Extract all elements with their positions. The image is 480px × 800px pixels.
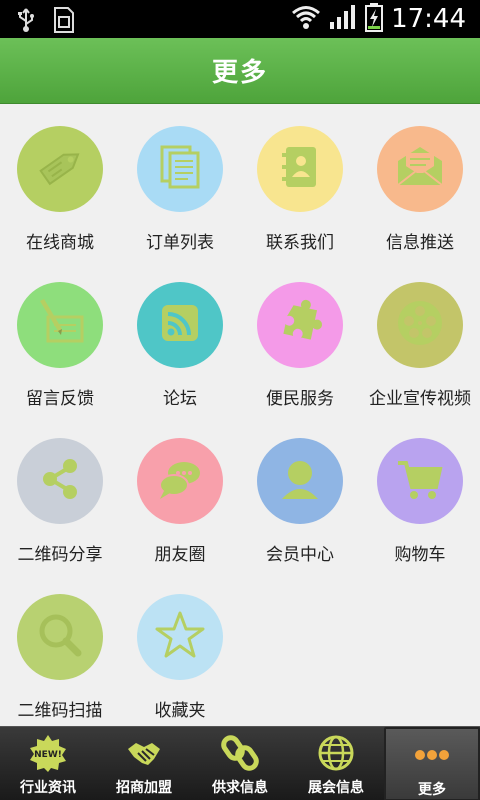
- page-title: 更多: [211, 58, 268, 88]
- grid-item-push-info[interactable]: 信息推送: [360, 104, 480, 260]
- chat-bubbles-icon: [150, 449, 210, 513]
- grid-item-forum[interactable]: 论坛: [120, 260, 240, 416]
- grid-icon-circle: [17, 438, 103, 524]
- grid-icon-circle: [137, 282, 223, 368]
- nav-label: 招商加盟: [116, 780, 172, 796]
- chain-link-icon: [220, 733, 260, 773]
- grid-item-member-center[interactable]: 会员中心: [240, 416, 360, 572]
- new-badge-icon: NEW!: [28, 733, 68, 773]
- puzzle-icon: [270, 293, 330, 357]
- grid-item-label: 留言反馈: [26, 389, 94, 409]
- svg-text:NEW!: NEW!: [34, 750, 62, 760]
- grid-icon-circle: [377, 438, 463, 524]
- grid-item-label: 二维码分享: [17, 545, 103, 565]
- grid-item-moments[interactable]: 朋友圈: [120, 416, 240, 572]
- battery-charging-icon: [365, 2, 384, 36]
- grid-item-promo-video[interactable]: 企业宣传视频: [360, 260, 480, 416]
- grid-item-feedback[interactable]: 留言反馈: [0, 260, 120, 416]
- grid-item-shopping-cart[interactable]: 购物车: [360, 416, 480, 572]
- feature-grid: 在线商城 订单列表 联系我们 信息推送 留言反馈 论坛 便民服务 企业宣传视频 …: [0, 104, 480, 726]
- magnifier-icon: [30, 605, 90, 669]
- handshake-icon: [124, 733, 164, 773]
- grid-item-label: 二维码扫描: [17, 701, 103, 721]
- grid-icon-circle: [257, 438, 343, 524]
- app-header: 更多: [0, 38, 480, 104]
- nav-item-more[interactable]: 更多: [384, 727, 480, 800]
- grid-item-online-mall[interactable]: 在线商城: [0, 104, 120, 260]
- nav-item-industry-news[interactable]: NEW! 行业资讯: [0, 727, 96, 800]
- price-tag-icon: [30, 137, 90, 201]
- grid-item-label: 在线商城: [26, 233, 94, 253]
- pen-paper-icon: [30, 293, 90, 357]
- grid-item-order-list[interactable]: 订单列表: [120, 104, 240, 260]
- grid-icon-circle: [137, 126, 223, 212]
- signal-icon: [329, 4, 357, 34]
- nav-item-franchise[interactable]: 招商加盟: [96, 727, 192, 800]
- sim-card-icon: [52, 6, 76, 38]
- grid-icon-circle: [17, 282, 103, 368]
- grid-item-qr-share[interactable]: 二维码分享: [0, 416, 120, 572]
- address-book-icon: [270, 137, 330, 201]
- rss-icon: [150, 293, 210, 357]
- grid-item-label: 会员中心: [266, 545, 334, 565]
- nav-label: 行业资讯: [20, 780, 76, 796]
- nav-item-supply-demand[interactable]: 供求信息: [192, 727, 288, 800]
- user-icon: [270, 449, 330, 513]
- film-reel-icon: [390, 293, 450, 357]
- grid-icon-circle: [377, 282, 463, 368]
- shopping-cart-icon: [390, 449, 450, 513]
- grid-item-qr-scan[interactable]: 二维码扫描: [0, 572, 120, 728]
- globe-icon: [316, 733, 356, 773]
- grid-icon-circle: [257, 126, 343, 212]
- grid-icon-circle: [17, 126, 103, 212]
- status-time: 17:44: [391, 4, 466, 34]
- nav-label: 更多: [418, 782, 446, 798]
- more-dots-icon: [412, 735, 452, 775]
- grid-icon-circle: [137, 594, 223, 680]
- nav-label: 供求信息: [212, 780, 268, 796]
- grid-icon-circle: [377, 126, 463, 212]
- grid-icon-circle: [17, 594, 103, 680]
- share-icon: [30, 449, 90, 513]
- grid-item-label: 朋友圈: [154, 545, 206, 565]
- nav-label: 展会信息: [308, 780, 364, 796]
- documents-icon: [150, 137, 210, 201]
- envelope-icon: [390, 137, 450, 201]
- bottom-nav: NEW! 行业资讯 招商加盟 供求信息 展会信息 更多: [0, 726, 480, 800]
- grid-item-label: 企业宣传视频: [369, 389, 471, 409]
- nav-item-exhibitions[interactable]: 展会信息: [288, 727, 384, 800]
- grid-item-label: 便民服务: [266, 389, 334, 409]
- usb-icon: [16, 7, 36, 37]
- grid-icon-circle: [257, 282, 343, 368]
- grid-item-favorites[interactable]: 收藏夹: [120, 572, 240, 728]
- grid-item-label: 订单列表: [146, 233, 214, 253]
- grid-item-label: 收藏夹: [154, 701, 206, 721]
- grid-item-label: 联系我们: [266, 233, 334, 253]
- wifi-icon: [291, 4, 321, 34]
- star-icon: [150, 605, 210, 669]
- status-bar: 17:44: [0, 0, 480, 38]
- grid-item-label: 购物车: [394, 545, 446, 565]
- grid-item-convenience-services[interactable]: 便民服务: [240, 260, 360, 416]
- grid-item-label: 论坛: [163, 389, 197, 409]
- grid-icon-circle: [137, 438, 223, 524]
- grid-item-contact-us[interactable]: 联系我们: [240, 104, 360, 260]
- grid-item-label: 信息推送: [386, 233, 454, 253]
